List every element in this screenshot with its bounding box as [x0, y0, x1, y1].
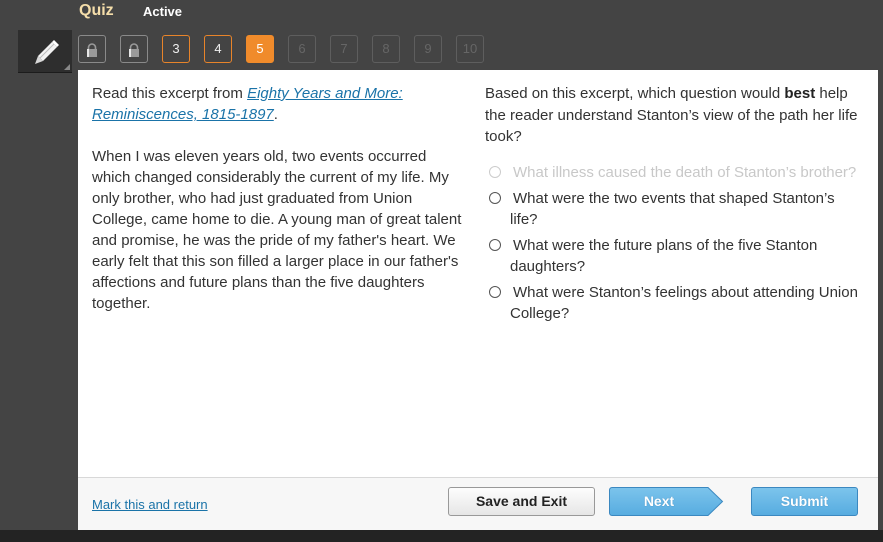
question-nav-8: 8	[372, 35, 400, 63]
question-nav-10: 10	[456, 35, 484, 63]
question-nav-5[interactable]: 5	[246, 35, 274, 63]
question-nav-3[interactable]: 3	[162, 35, 190, 63]
next-label[interactable]: Next	[609, 487, 709, 516]
prompt-emphasis: best	[784, 85, 816, 102]
lock-icon	[129, 43, 139, 57]
save-and-exit-button[interactable]: Save and Exit	[448, 487, 595, 516]
option-text[interactable]: What were the future plans of the five S…	[510, 237, 817, 275]
bottom-bar	[0, 530, 883, 542]
option-text[interactable]: What were the two events that shaped Sta…	[510, 190, 835, 228]
question-prompt: Based on this excerpt, which question wo…	[485, 83, 865, 148]
passage-excerpt: When I was eleven years old, two events …	[92, 148, 462, 312]
pencil-tool-button[interactable]	[18, 30, 72, 73]
radio-button[interactable]	[489, 191, 501, 204]
answer-option-1: What illness caused the death of Stanton…	[485, 162, 865, 183]
mark-and-return-link[interactable]: Mark this and return	[92, 497, 208, 512]
answer-options: What illness caused the death of Stanton…	[485, 162, 865, 324]
intro-suffix: .	[273, 106, 278, 123]
quiz-status: Active	[143, 4, 183, 19]
question-panel: Read this excerpt from Eighty Years and …	[78, 70, 878, 530]
submit-button[interactable]: Submit	[751, 487, 858, 516]
lock-icon	[87, 43, 97, 57]
passage-intro: Read this excerpt from Eighty Years and …	[92, 83, 464, 125]
question-nav-1[interactable]	[78, 35, 106, 63]
option-text: What illness caused the death of Stanton…	[513, 163, 857, 181]
question-nav-4[interactable]: 4	[204, 35, 232, 63]
prompt-before: Based on this excerpt, which question wo…	[485, 85, 785, 102]
question-nav-9: 9	[414, 35, 442, 63]
radio-button[interactable]	[489, 238, 501, 251]
question-column: Based on this excerpt, which question wo…	[485, 83, 865, 329]
passage-column: Read this excerpt from Eighty Years and …	[92, 83, 464, 314]
option-text[interactable]: What were Stanton’s feelings about atten…	[510, 284, 858, 322]
top-bar: Quiz Active	[0, 0, 883, 30]
next-button[interactable]: Next	[609, 487, 724, 516]
pencil-icon	[35, 40, 59, 64]
question-nav-6: 6	[288, 35, 316, 63]
question-nav-7: 7	[330, 35, 358, 63]
answer-option-4[interactable]: What were Stanton’s feelings about atten…	[485, 282, 865, 324]
intro-prefix: Read this excerpt from	[92, 85, 248, 102]
question-nav-2[interactable]	[120, 35, 148, 63]
expand-corner-icon	[64, 64, 70, 70]
action-footer: Mark this and return Save and Exit Next …	[78, 477, 878, 530]
answer-option-3[interactable]: What were the future plans of the five S…	[485, 235, 865, 277]
radio-button	[489, 165, 501, 178]
answer-option-2[interactable]: What were the two events that shaped Sta…	[485, 188, 865, 230]
radio-button[interactable]	[489, 285, 501, 298]
quiz-title: Quiz	[79, 2, 114, 19]
